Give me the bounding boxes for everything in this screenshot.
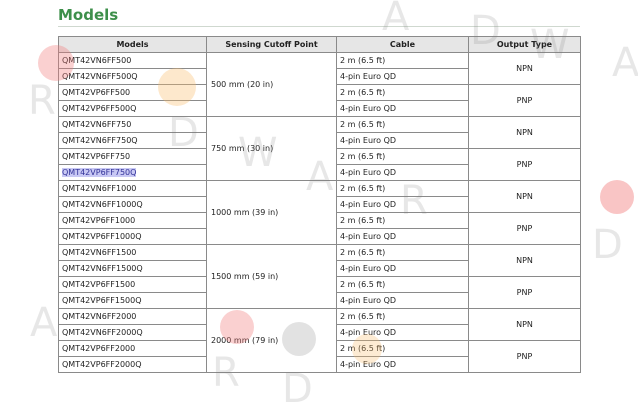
model-cell: QMT42VN6FF1000Q bbox=[58, 196, 207, 213]
table-row: QMT42VN6FF1500 1500 mm (59 in) 2 m (6.5 … bbox=[58, 244, 581, 309]
cable-cell: 2 m (6.5 ft) bbox=[336, 244, 469, 261]
model-cell: QMT42VN6FF1500 bbox=[58, 244, 207, 261]
model-cell: QMT42VP6FF1000Q bbox=[58, 228, 207, 245]
model-cell: QMT42VP6FF2000Q bbox=[58, 356, 207, 373]
header-sensing-cutoff: Sensing Cutoff Point bbox=[206, 36, 337, 53]
watermark-letter: A bbox=[382, 0, 410, 40]
cable-cell: 4-pin Euro QD bbox=[336, 100, 469, 117]
model-cell: QMT42VP6FF500Q bbox=[58, 100, 207, 117]
cable-cell: 4-pin Euro QD bbox=[336, 292, 469, 309]
cable-cell: 2 m (6.5 ft) bbox=[336, 276, 469, 293]
cutoff-cell: 750 mm (30 in) bbox=[206, 116, 337, 181]
header-output-type: Output Type bbox=[468, 36, 581, 53]
model-cell: QMT42VP6FF750 bbox=[58, 148, 207, 165]
watermark-letter: R bbox=[28, 78, 56, 124]
cable-cell: 4-pin Euro QD bbox=[336, 68, 469, 85]
cable-cell: 2 m (6.5 ft) bbox=[336, 340, 469, 357]
model-cell: QMT42VN6FF500Q bbox=[58, 68, 207, 85]
output-cell: NPN bbox=[468, 116, 581, 149]
output-cell: PNP bbox=[468, 148, 581, 181]
cable-cell: 2 m (6.5 ft) bbox=[336, 84, 469, 101]
model-cell: QMT42VN6FF2000 bbox=[58, 308, 207, 325]
watermark-letter: A bbox=[612, 40, 638, 86]
model-cell: QMT42VN6FF750Q bbox=[58, 132, 207, 149]
cutoff-cell: 500 mm (20 in) bbox=[206, 52, 337, 117]
header-models: Models bbox=[58, 36, 207, 53]
table-row: QMT42VN6FF500 500 mm (20 in) 2 m (6.5 ft… bbox=[58, 52, 581, 117]
cable-cell: 4-pin Euro QD bbox=[336, 132, 469, 149]
cutoff-cell: 2000 mm (79 in) bbox=[206, 308, 337, 373]
cable-cell: 4-pin Euro QD bbox=[336, 356, 469, 373]
model-cell: QMT42VN6FF750 bbox=[58, 116, 207, 133]
models-table: Models Sensing Cutoff Point Cable Output… bbox=[58, 36, 581, 373]
table-row: QMT42VN6FF1000 1000 mm (39 in) 2 m (6.5 … bbox=[58, 180, 581, 245]
model-cell: QMT42VP6FF1500 bbox=[58, 276, 207, 293]
header-cable: Cable bbox=[336, 36, 469, 53]
cable-cell: 2 m (6.5 ft) bbox=[336, 308, 469, 325]
model-cell-selected: QMT42VP6FF750Q bbox=[58, 164, 207, 181]
output-cell: PNP bbox=[468, 212, 581, 245]
model-cell: QMT42VP6FF1000 bbox=[58, 212, 207, 229]
output-cell: PNP bbox=[468, 276, 581, 309]
output-cell: NPN bbox=[468, 244, 581, 277]
watermark-dot bbox=[600, 180, 634, 214]
model-cell: QMT42VN6FF500 bbox=[58, 52, 207, 69]
model-cell: QMT42VP6FF1500Q bbox=[58, 292, 207, 309]
cable-cell: 2 m (6.5 ft) bbox=[336, 180, 469, 197]
cable-cell: 2 m (6.5 ft) bbox=[336, 116, 469, 133]
output-cell: PNP bbox=[468, 340, 581, 373]
output-cell: NPN bbox=[468, 52, 581, 85]
cable-cell: 2 m (6.5 ft) bbox=[336, 52, 469, 69]
cable-cell: 4-pin Euro QD bbox=[336, 228, 469, 245]
table-row: QMT42VN6FF750 750 mm (30 in) 2 m (6.5 ft… bbox=[58, 116, 581, 181]
cutoff-cell: 1500 mm (59 in) bbox=[206, 244, 337, 309]
cable-cell: 4-pin Euro QD bbox=[336, 196, 469, 213]
cable-cell: 4-pin Euro QD bbox=[336, 324, 469, 341]
cable-cell: 2 m (6.5 ft) bbox=[336, 148, 469, 165]
title-divider bbox=[58, 26, 580, 27]
model-cell: QMT42VP6FF500 bbox=[58, 84, 207, 101]
selected-model-text: QMT42VP6FF750Q bbox=[62, 168, 137, 177]
output-cell: NPN bbox=[468, 180, 581, 213]
model-cell: QMT42VN6FF1000 bbox=[58, 180, 207, 197]
model-cell: QMT42VP6FF2000 bbox=[58, 340, 207, 357]
output-cell: NPN bbox=[468, 308, 581, 341]
cable-cell: 4-pin Euro QD bbox=[336, 260, 469, 277]
cable-cell: 2 m (6.5 ft) bbox=[336, 212, 469, 229]
watermark-letter: A bbox=[30, 300, 58, 346]
output-cell: PNP bbox=[468, 84, 581, 117]
watermark-letter: D bbox=[592, 222, 623, 268]
page-title: Models bbox=[58, 6, 119, 24]
table-header-row: Models Sensing Cutoff Point Cable Output… bbox=[58, 36, 581, 53]
model-cell: QMT42VN6FF2000Q bbox=[58, 324, 207, 341]
table-row: QMT42VN6FF2000 2000 mm (79 in) 2 m (6.5 … bbox=[58, 308, 581, 373]
cable-cell: 4-pin Euro QD bbox=[336, 164, 469, 181]
model-cell: QMT42VN6FF1500Q bbox=[58, 260, 207, 277]
cutoff-cell: 1000 mm (39 in) bbox=[206, 180, 337, 245]
